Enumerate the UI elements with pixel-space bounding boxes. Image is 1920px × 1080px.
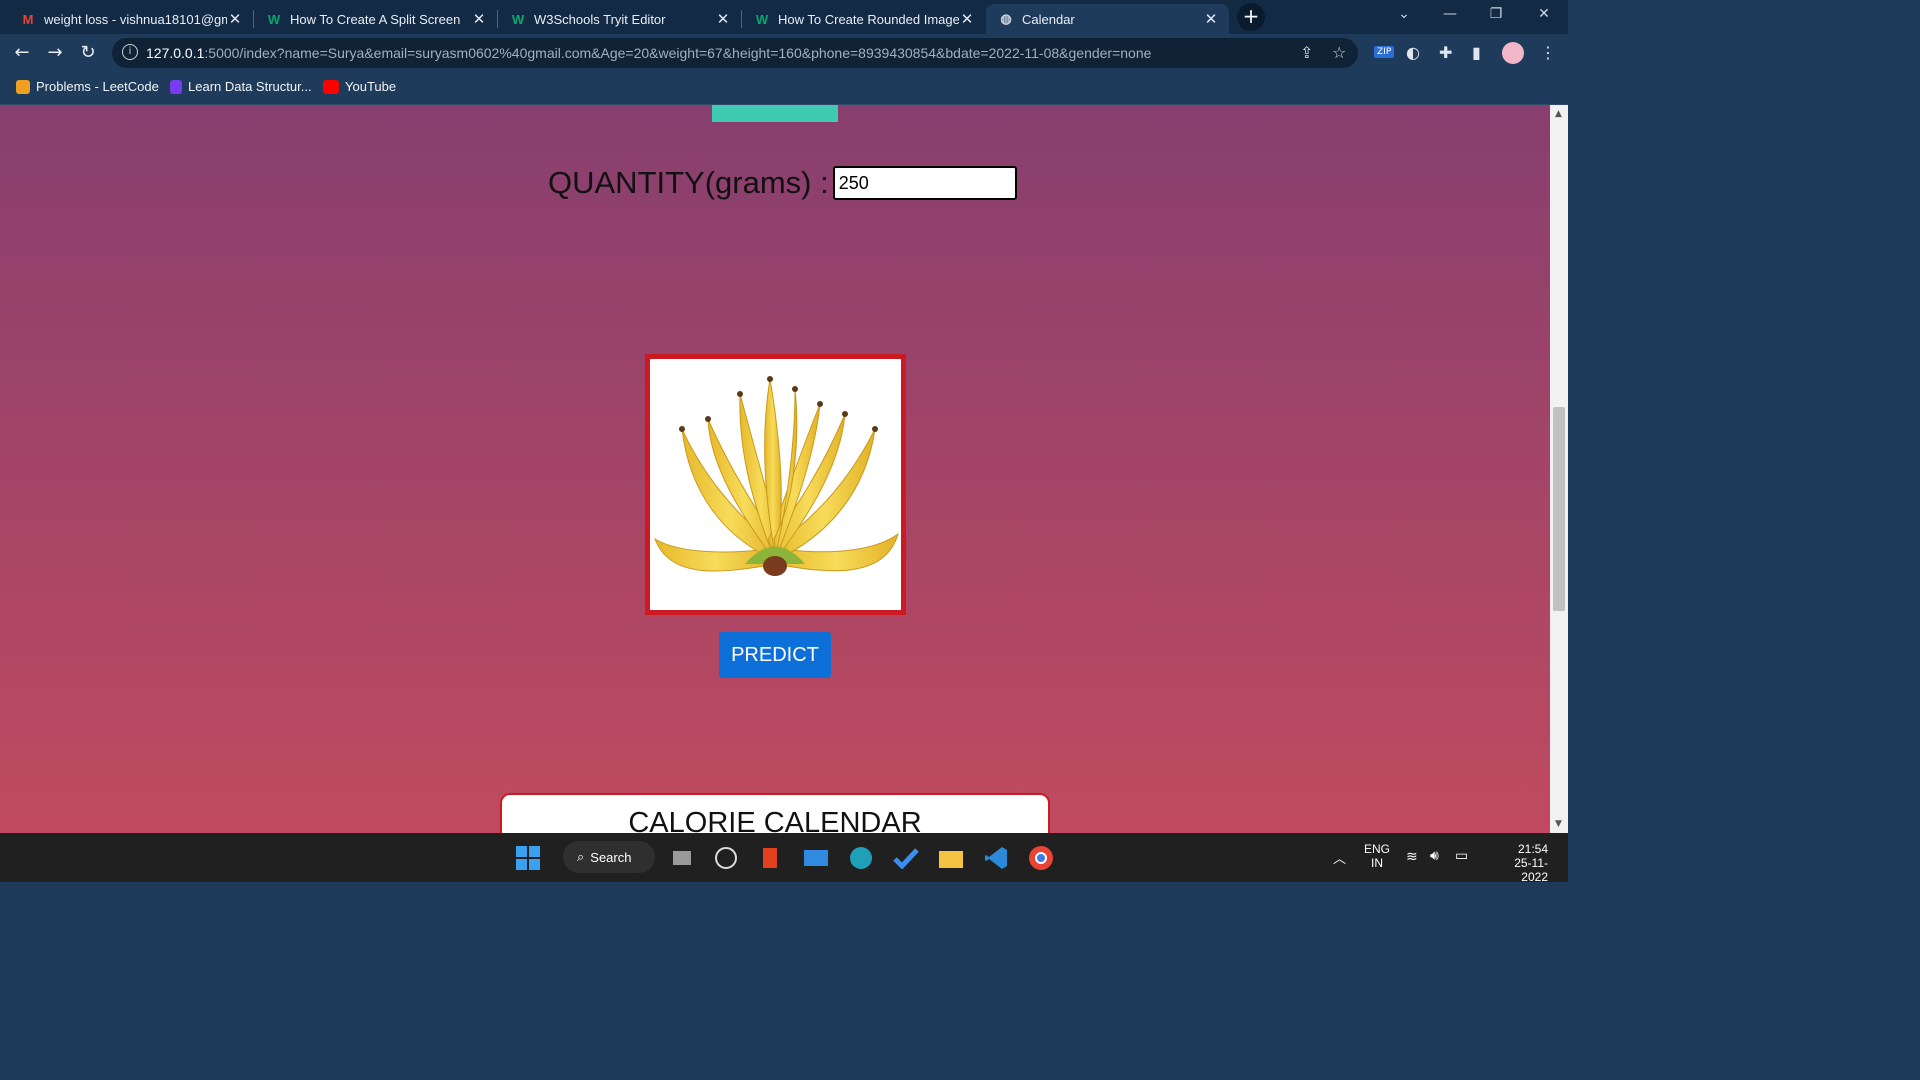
close-icon[interactable]: ✕ [471,10,487,28]
bookmark-data-structures[interactable]: Learn Data Structur... [170,79,312,94]
forward-button[interactable]: → [42,40,68,66]
globe-icon: ◍ [1000,11,1012,26]
bookmarks-bar: Problems - LeetCode Learn Data Structur.… [0,72,1568,105]
battery-icon[interactable]: ▭ [1455,847,1468,864]
tab-title: How To Create Rounded Images [778,11,959,27]
pointer-icon [170,79,182,94]
bookmark-youtube[interactable]: YouTube [323,79,396,94]
close-icon[interactable]: ✕ [227,10,243,28]
w3schools-icon: W [511,11,525,27]
tab-title: Calendar [1022,11,1075,27]
region-code: IN [1371,856,1383,870]
url-path: :5000/index?name=Surya&email=suryasm0602… [204,45,1152,61]
search-icon: ⌕ [577,849,585,864]
taskbar-search-button[interactable]: ⌕ Search [563,841,655,873]
bookmark-label: Learn Data Structur... [188,79,312,94]
food-image [645,354,906,615]
w3schools-icon: W [755,11,769,27]
bookmark-label: YouTube [345,79,397,94]
tab-gmail[interactable]: M weight loss - vishnua18101@gm ✕ [8,4,253,34]
side-panel-icon[interactable]: ▮ [1472,43,1481,62]
info-icon[interactable]: i [122,44,138,60]
extension-icon[interactable]: ◐ [1406,43,1420,62]
edge-icon[interactable] [846,843,876,873]
search-label: Search [590,849,632,865]
windows-taskbar: ⌕ Search ︿ ENG IN ≋ 🔊︎ ▭ 21:54 25-11-202… [0,833,1568,884]
page-scrollbar[interactable]: ▲ ▼ [1550,105,1568,833]
close-icon[interactable]: ✕ [959,10,975,28]
calorie-calendar-card: CALORIE CALENDAR [500,793,1050,833]
tab-rounded-images[interactable]: W How To Create Rounded Images ✕ [742,4,985,34]
tab-title: weight loss - vishnua18101@gm [44,11,227,27]
leetcode-icon [16,79,30,94]
wifi-icon[interactable]: ≋ [1406,848,1418,865]
reload-button[interactable]: ↻ [75,40,101,66]
url-host: 127.0.0.1 [146,45,205,61]
quantity-label: QUANTITY(grams) : [548,165,829,200]
profile-avatar[interactable] [1502,42,1524,64]
page-viewport: QUANTITY(grams) : 250 PREDICT CALORIE CA… [0,105,1550,833]
url-text[interactable]: 127.0.0.1:5000/index?name=Surya&email=su… [146,45,1151,61]
file-explorer-icon[interactable] [936,843,966,873]
task-view-icon[interactable] [667,843,697,873]
quantity-input[interactable] [832,166,1017,200]
banana-bunch-image [654,376,899,576]
scroll-down-arrow-icon[interactable]: ▼ [1555,819,1562,829]
mail-icon[interactable] [801,843,831,873]
address-bar[interactable]: i 127.0.0.1:5000/index?name=Surya&email=… [112,38,1358,68]
scroll-thumb[interactable] [1553,407,1565,611]
tab-calendar[interactable]: ◍ Calendar ✕ [986,4,1229,34]
teal-header-bar [712,105,838,122]
tab-title: How To Create A Split Screen [290,11,461,27]
chrome-icon[interactable] [1026,843,1056,873]
close-window-button[interactable]: ✕ [1529,6,1559,22]
calendar-title: CALORIE CALENDAR [628,807,922,834]
browser-toolbar: ← → ↻ i 127.0.0.1:5000/index?name=Surya&… [0,34,1568,72]
tab-split-screen[interactable]: W How To Create A Split Screen ✕ [254,4,497,34]
language-code: ENG [1364,842,1391,856]
office-icon[interactable] [755,843,785,873]
puzzle-extensions-icon[interactable]: ✚ [1439,43,1452,62]
bookmark-leetcode[interactable]: Problems - LeetCode [16,79,159,94]
bookmark-star-icon[interactable]: ☆ [1332,43,1346,62]
new-tab-button[interactable]: + [1237,3,1265,31]
zip-extension-icon[interactable]: ZIP [1374,46,1395,58]
w3schools-icon: W [267,11,281,27]
clock-time: 21:54 [1517,842,1548,856]
vscode-icon[interactable] [981,843,1011,873]
windows-start-icon[interactable] [513,843,543,873]
tab-search-chevron-icon[interactable]: ⌄ [1389,6,1419,22]
youtube-icon [323,79,339,94]
tray-chevron-up-icon[interactable]: ︿ [1333,848,1346,867]
predict-button[interactable]: PREDICT [719,632,831,678]
share-icon[interactable]: ⇪ [1300,43,1313,62]
gmail-icon: M [22,11,34,27]
tab-title: W3Schools Tryit Editor [534,11,666,27]
bookmark-label: Problems - LeetCode [36,79,159,94]
scroll-up-arrow-icon[interactable]: ▲ [1555,109,1562,119]
tab-tryit-editor[interactable]: W W3Schools Tryit Editor ✕ [498,4,741,34]
close-icon[interactable]: ✕ [715,10,731,28]
todo-icon[interactable] [891,843,921,873]
dell-icon[interactable] [711,843,741,873]
minimize-button[interactable]: — [1435,6,1465,22]
clock[interactable]: 21:54 25-11-2022 [1488,842,1548,884]
clock-date: 25-11-2022 [1514,856,1548,884]
back-button[interactable]: ← [9,40,35,66]
language-indicator[interactable]: ENG IN [1364,842,1390,870]
tab-strip: M weight loss - vishnua18101@gm ✕ W How … [0,0,1568,34]
restore-button[interactable]: ❐ [1481,6,1511,22]
close-icon[interactable]: ✕ [1203,10,1219,28]
menu-kebab-icon[interactable]: ⋮ [1540,43,1556,62]
quantity-row: QUANTITY(grams) : [548,165,1017,201]
volume-icon[interactable]: 🔊︎ [1430,847,1439,864]
